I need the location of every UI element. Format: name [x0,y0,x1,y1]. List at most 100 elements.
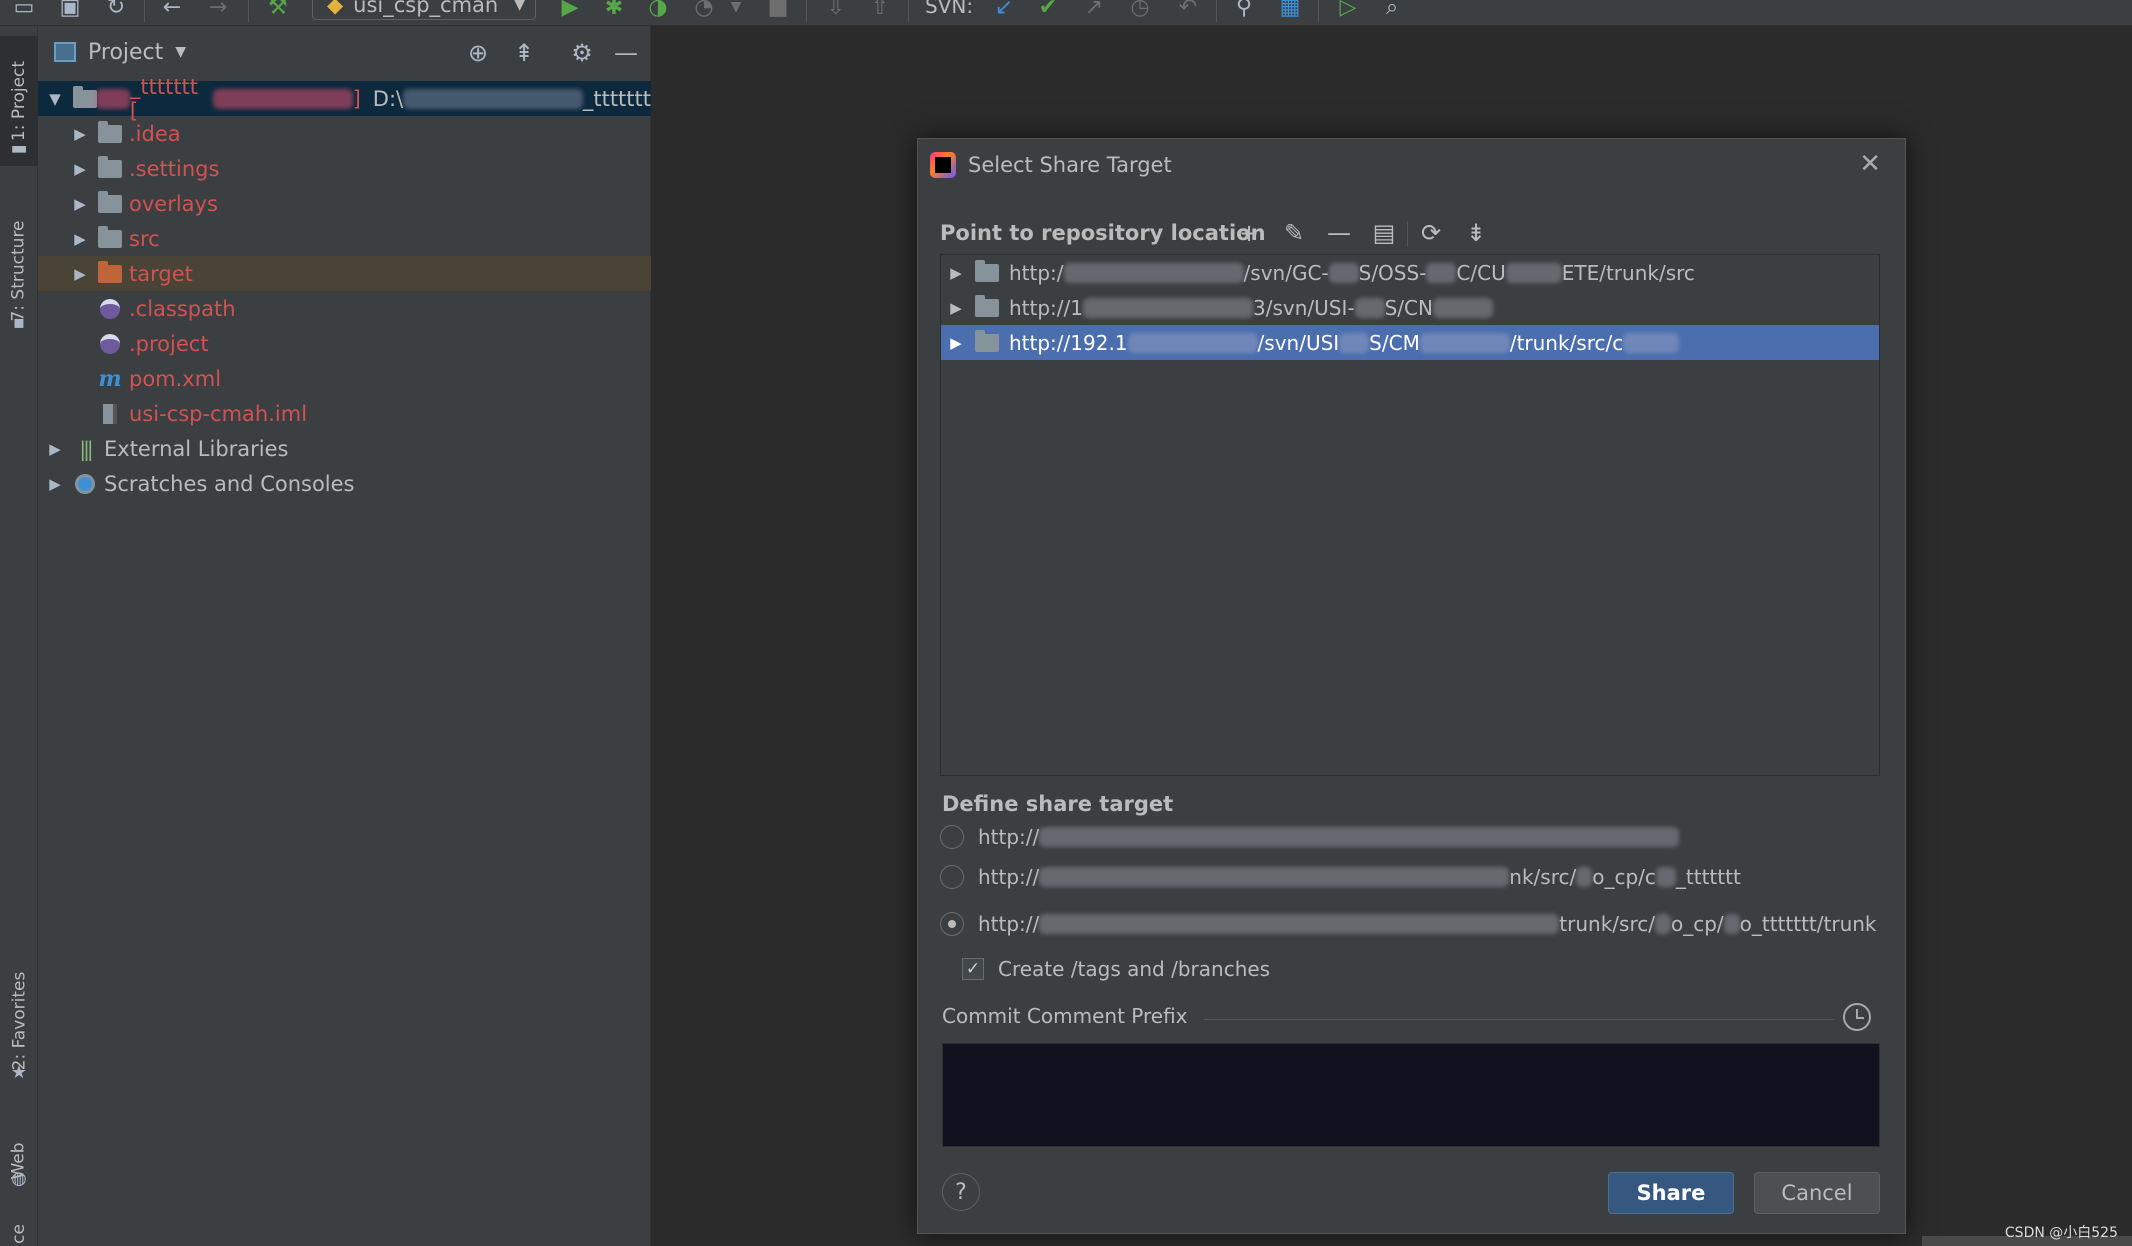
create-tags-branches-option[interactable]: ✓ Create /tags and /branches [962,954,1270,984]
repo-row[interactable]: ▶ http:/ /svn/GC- S/OSS- C/CU ETE/trunk/… [941,255,1879,290]
folder-icon [975,294,999,317]
back-icon[interactable]: ← [156,0,188,20]
tree-row-classpath[interactable]: .classpath [38,291,651,326]
tree-row-overlays[interactable]: ▶ overlays [38,186,651,221]
folder-icon [97,120,123,145]
forward-icon[interactable]: → [202,0,234,20]
remove-icon[interactable]: — [1324,217,1354,249]
collapsed-arrow-icon[interactable]: ▶ [69,160,91,178]
dialog-title: Select Share Target [968,153,1172,177]
radio-button[interactable] [940,825,964,849]
project-view-selector[interactable]: Project [88,40,163,65]
project-view-icon [54,42,76,62]
redacted-region [1039,867,1510,887]
tree-row-project[interactable]: .project [38,326,651,361]
redacted-region [1623,332,1680,353]
define-share-target-label: Define share target [942,792,1174,816]
collapse-icon[interactable]: ⇟ [1461,217,1491,249]
repository-tree[interactable]: ▶ http:/ /svn/GC- S/OSS- C/CU ETE/trunk/… [940,254,1880,776]
collapse-all-icon[interactable]: ⇞ [510,39,538,67]
share-button[interactable]: Share [1608,1172,1734,1214]
collapsed-arrow-icon[interactable]: ▶ [69,265,91,283]
project-icon: ▬ [10,138,28,159]
radio-button[interactable] [940,865,964,889]
project-structure-icon[interactable]: ▦ [1274,0,1306,20]
collapsed-arrow-icon[interactable]: ▶ [941,264,971,282]
commit-comment-prefix-input[interactable] [942,1043,1880,1147]
detach-icon[interactable]: ⇧ [864,0,896,20]
share-target-option-1[interactable]: http:// [940,821,1680,853]
sync-icon[interactable]: ↻ [100,0,132,20]
redacted-region [1039,827,1680,847]
collapsed-arrow-icon[interactable]: ▶ [69,230,91,248]
folder-icon [975,259,999,282]
redacted-region [1576,867,1593,887]
settings-wrench-icon[interactable]: ⚲ [1228,0,1260,20]
search-icon[interactable]: ⌕ [1376,0,1408,20]
build-icon[interactable]: ⚒ [262,0,294,20]
history-icon[interactable] [1843,1003,1871,1031]
chevron-down-icon: ▼ [514,0,525,13]
svn-commit-icon[interactable]: ✔ [1032,0,1064,20]
refresh-icon[interactable]: ⟳ [1416,217,1446,249]
tree-row-src[interactable]: ▶ src [38,221,651,256]
gear-icon[interactable]: ⚙ [568,39,596,67]
profile-icon[interactable]: ◔ [688,0,720,20]
add-icon[interactable]: + [1234,217,1264,249]
profile-dropdown-icon[interactable]: ▼ [720,0,752,20]
eclipse-file-icon [97,298,123,320]
tree-row-external-libraries[interactable]: ▶ ||| External Libraries [38,431,651,466]
tree-row-idea[interactable]: ▶ .idea [38,116,651,151]
attach-icon[interactable]: ⇩ [820,0,852,20]
repo-row-selected[interactable]: ▶ http://192.1 /svn/USI S/CM /trunk/src/… [941,325,1879,360]
run-anything-icon[interactable]: ▷ [1332,0,1364,20]
tool-tab-ce[interactable]: ce [0,1222,38,1246]
copy-icon[interactable]: ▤ [1369,217,1399,249]
redacted-region [212,88,353,109]
hide-icon[interactable]: — [612,39,640,67]
chevron-down-icon[interactable]: ▼ [175,44,186,60]
locate-icon[interactable]: ⊕ [464,39,492,67]
redacted-region [1127,332,1258,353]
run-configuration-select[interactable]: ◆ usi_csp_cman ▼ [312,0,536,20]
main-toolbar: ▭ ▣ ↻ ← → ⚒ ◆ usi_csp_cman ▼ ▶ ✱ ◑ ◔ ▼ ■… [0,0,2132,26]
tree-row-scratches[interactable]: ▶ Scratches and Consoles [38,466,651,501]
collapsed-arrow-icon[interactable]: ▶ [941,334,971,352]
debug-icon[interactable]: ✱ [598,0,630,20]
tree-row-root[interactable]: ▼ _ttttttt [ ] D:\ _ttttttt [38,75,651,123]
edit-icon[interactable]: ✎ [1279,217,1309,249]
collapsed-arrow-icon[interactable]: ▶ [69,125,91,143]
svn-history-icon[interactable]: ◷ [1124,0,1156,20]
run-icon[interactable]: ▶ [554,0,586,20]
share-target-option-2[interactable]: http:// nk/src/ o_cp/c _ttttttt [940,861,1741,893]
share-target-option-3[interactable]: http:// trunk/src/ o_cp/ o_ttttttt/trunk [940,908,1877,940]
redacted-region [1083,297,1253,318]
create-tags-checkbox[interactable]: ✓ [962,958,984,980]
redacted-region [1723,914,1740,934]
repo-row[interactable]: ▶ http://1 3/svn/USI- S/CN [941,290,1879,325]
help-button[interactable]: ? [942,1173,980,1211]
project-tree[interactable]: ▼ _ttttttt [ ] D:\ _ttttttt ▶ .idea ▶ .s… [38,75,651,501]
coverage-icon[interactable]: ◑ [642,0,674,20]
tree-row-iml[interactable]: usi-csp-cmah.iml [38,396,651,431]
tree-row-target[interactable]: ▶ target [38,256,651,291]
library-icon: ||| [79,436,93,461]
collapsed-arrow-icon[interactable]: ▶ [44,475,66,493]
cancel-button[interactable]: Cancel [1754,1172,1880,1214]
collapsed-arrow-icon[interactable]: ▶ [941,299,971,317]
iml-file-icon [97,403,123,425]
expanded-arrow-icon[interactable]: ▼ [44,90,66,108]
tree-row-settings[interactable]: ▶ .settings [38,151,651,186]
redacted-region [1039,914,1560,934]
tree-row-pom[interactable]: m pom.xml [38,361,651,396]
collapsed-arrow-icon[interactable]: ▶ [69,195,91,213]
radio-button-selected[interactable] [940,912,964,936]
close-icon[interactable]: ✕ [1859,151,1881,177]
save-icon[interactable]: ▣ [54,0,86,20]
svn-compare-icon[interactable]: ↗ [1078,0,1110,20]
svn-update-icon[interactable]: ↙ [988,0,1020,20]
svn-revert-icon[interactable]: ↶ [1172,0,1204,20]
open-icon[interactable]: ▭ [8,0,40,20]
stop-icon[interactable]: ■ [762,0,794,20]
collapsed-arrow-icon[interactable]: ▶ [44,440,66,458]
